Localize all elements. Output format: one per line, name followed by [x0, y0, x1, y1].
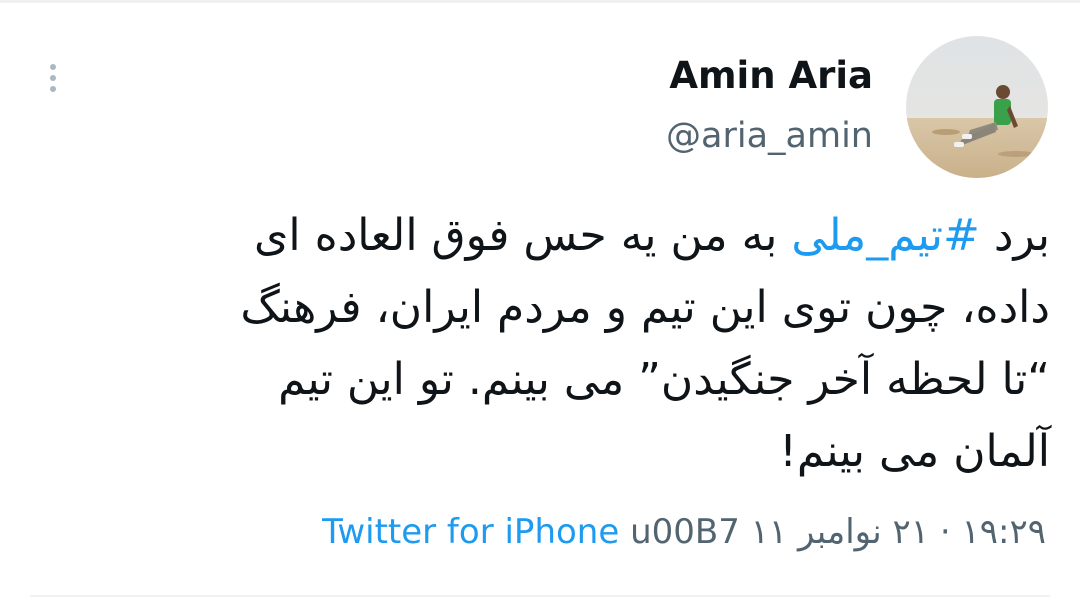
tweet-time[interactable]: ۱۹:۲۹ [961, 512, 1046, 552]
tweet-line-4: آلمان می بینم! [779, 426, 1050, 477]
source-link[interactable]: Twitter for iPhone [322, 512, 619, 552]
tweet-text: برد #تیم_ملی به من یه حس فوق العاده ای د… [100, 200, 1050, 488]
more-dot-icon [50, 64, 56, 70]
tweet-line-1: برد #تیم_ملی به من یه حس فوق العاده ای [100, 200, 1050, 272]
tweet-line-3: “تا لحظه آخر جنگیدن” می بینم. تو این تیم [278, 354, 1050, 405]
meta-dot: · [929, 512, 962, 552]
tweet-line-2: داده، چون توی این تیم و مردم ایران، فرهن… [240, 282, 1050, 333]
top-divider [0, 0, 1080, 3]
avatar-photo-icon [906, 36, 1048, 178]
more-dot-icon [50, 75, 56, 81]
author-display-name[interactable]: Amin Aria [669, 54, 873, 97]
more-dot-icon [50, 86, 56, 92]
meta-separator: u00B7 [619, 512, 751, 552]
tweet-meta: Twitter for iPhone u00B7 ۲۱ نوامبر ۱۱ · … [322, 512, 1046, 552]
tweet-text-suffix: به من یه حس فوق العاده ای [253, 210, 792, 261]
tweet-text-prefix: برد [979, 210, 1050, 261]
avatar[interactable] [906, 36, 1048, 178]
author-handle[interactable]: @aria_amin [666, 116, 873, 156]
tweet-date[interactable]: ۲۱ نوامبر ۱۱ [751, 512, 929, 552]
more-options-button[interactable] [36, 56, 70, 100]
hashtag-link[interactable]: #تیم_ملی [791, 210, 979, 261]
bottom-divider [30, 595, 1050, 597]
